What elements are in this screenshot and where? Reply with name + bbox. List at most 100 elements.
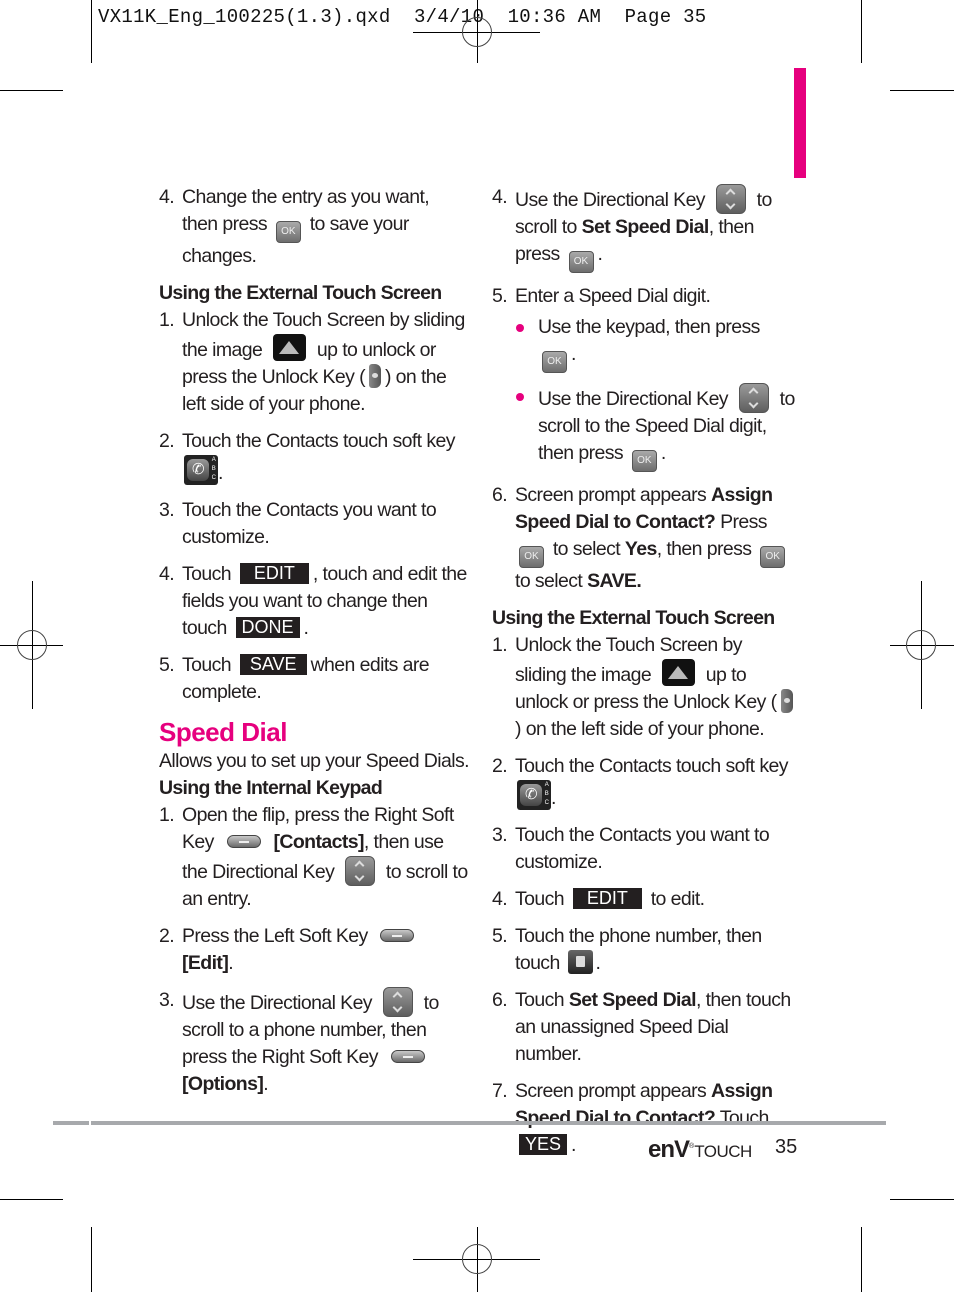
crop-mark [0, 1199, 63, 1200]
step-item: 5. Enter a Speed Dial digit. [492, 283, 797, 310]
step-number: 4. [159, 563, 175, 585]
edit-button-label: EDIT [572, 888, 642, 909]
printer-slug: VX11K_Eng_100225(1.3).qxd 3/4/10 10:36 A… [98, 6, 707, 28]
step-item: 6. Touch Set Speed Dial, then touch an u… [492, 987, 797, 1068]
step-number: 5. [492, 925, 508, 947]
step-number: 4. [159, 186, 175, 208]
step-item: 3. Touch the Contacts you want to custom… [492, 822, 797, 876]
crop-mark [890, 90, 954, 91]
step-number: 3. [492, 824, 508, 846]
phone-icon: ✆ [520, 784, 542, 806]
step-number: 1. [492, 634, 508, 656]
letter: A [544, 782, 549, 788]
step-item: 4. Change the entry as you want, then pr… [159, 184, 469, 270]
crop-mark [91, 1227, 92, 1292]
step-number: 6. [492, 484, 508, 506]
step-text: Enter a Speed Dial digit. [515, 285, 711, 307]
menu-option-label: Set Speed Dial [568, 989, 697, 1011]
done-button-label: DONE [235, 617, 300, 638]
step-text: Touch [515, 888, 565, 910]
option-label: Yes [624, 538, 657, 560]
right-soft-key-icon [226, 835, 261, 848]
step-text: . [660, 442, 666, 464]
bullet-icon [516, 393, 524, 401]
step-text: to edit. [650, 888, 705, 910]
right-column: 4. Use the Directional Key to scroll to … [492, 184, 797, 1169]
subheading: Using the External Touch Screen [159, 282, 442, 304]
step-text: Press [720, 511, 767, 533]
letter: C [544, 800, 549, 806]
step-number: 5. [492, 285, 508, 307]
right-soft-key-icon [390, 1050, 425, 1063]
ok-key-icon: OK [568, 251, 594, 273]
step-item: 4. Touch EDIT to edit. [492, 886, 797, 913]
step-text: to select [515, 570, 583, 592]
step-item: 5. Touch the phone number, then touch . [492, 923, 797, 977]
step-text: Touch the Contacts touch soft key [515, 755, 788, 777]
directional-key-icon [738, 383, 769, 413]
subheading: Using the Internal Keypad [159, 777, 383, 799]
bullet-item: Use the Directional Key to scroll to the… [515, 383, 797, 472]
step-item: 2. Touch the Contacts touch soft key ✆ A B… [159, 428, 469, 487]
step-text: Press the Left Soft Key [182, 925, 368, 947]
step-number: 2. [492, 755, 508, 777]
step-number: 4. [492, 186, 508, 208]
step-text: Touch the Contacts you want to customize… [515, 824, 770, 873]
brand-touch: TOUCH [694, 1142, 752, 1161]
chapter-tab-marker [794, 68, 806, 178]
step-text: to select [552, 538, 621, 560]
ok-key-icon: OK [519, 546, 544, 568]
directional-key-icon [715, 184, 746, 214]
unlock-key-icon [368, 364, 381, 388]
crop-mark [0, 90, 63, 91]
step-number: 5. [159, 654, 175, 676]
key-label: [Contacts] [273, 831, 364, 853]
step-item: 1. Unlock the Touch Screen by sliding th… [159, 307, 469, 418]
letter: C [211, 475, 216, 481]
step-text: Touch [515, 989, 565, 1011]
directional-key-icon [345, 856, 376, 886]
brand-env: enV [648, 1136, 690, 1163]
crop-mark [91, 0, 92, 63]
step-number: 3. [159, 499, 175, 521]
slide-unlock-icon [273, 334, 307, 361]
footer-rule [53, 1121, 89, 1125]
option-label: SAVE. [587, 570, 642, 592]
step-text: Use the keypad, then press [538, 316, 760, 338]
ok-key-icon: OK [275, 221, 301, 243]
crop-mark [890, 1199, 954, 1200]
edit-button-label: EDIT [239, 563, 309, 584]
letter: B [211, 466, 216, 472]
menu-options-icon [567, 950, 593, 974]
step-number: 2. [159, 430, 175, 452]
step-text: Touch [182, 563, 232, 585]
subheading: Using the External Touch Screen [492, 607, 775, 629]
step-text: Screen prompt appears [515, 1080, 707, 1102]
step-text: . [228, 952, 234, 974]
step-text: Use the Directional Key [182, 992, 373, 1014]
key-label: [Options] [182, 1073, 264, 1095]
step-text: . [597, 243, 603, 265]
step-number: 1. [159, 309, 175, 331]
phone-icon: ✆ [187, 459, 209, 481]
step-number: 2. [159, 925, 175, 947]
registration-circle-icon [462, 1244, 492, 1274]
step-text: Touch the phone number, then touch [515, 925, 762, 974]
registration-circle-icon [906, 630, 936, 660]
ok-key-icon: OK [760, 546, 786, 568]
step-text: Touch the Contacts touch soft key [182, 430, 455, 452]
step-text: . [303, 617, 309, 639]
left-column: 4. Change the entry as you want, then pr… [159, 184, 470, 1108]
step-item: 1. Open the flip, press the Right Soft K… [159, 802, 469, 913]
bullet-item: Use the keypad, then press OK. [515, 314, 797, 373]
ok-key-icon: OK [631, 450, 657, 472]
step-text: . [595, 952, 601, 974]
step-text: ) on the left side of your phone. [515, 718, 765, 740]
step-item: 2. Touch the Contacts touch soft key ✆ A B… [492, 753, 797, 812]
step-text: Use the Directional Key [538, 388, 729, 410]
step-item: 3. Touch the Contacts you want to custom… [159, 497, 469, 551]
step-text: Touch [182, 654, 232, 676]
key-label: [Edit] [182, 952, 229, 974]
step-text: . [551, 787, 556, 809]
section-title: Speed Dial [159, 717, 287, 747]
